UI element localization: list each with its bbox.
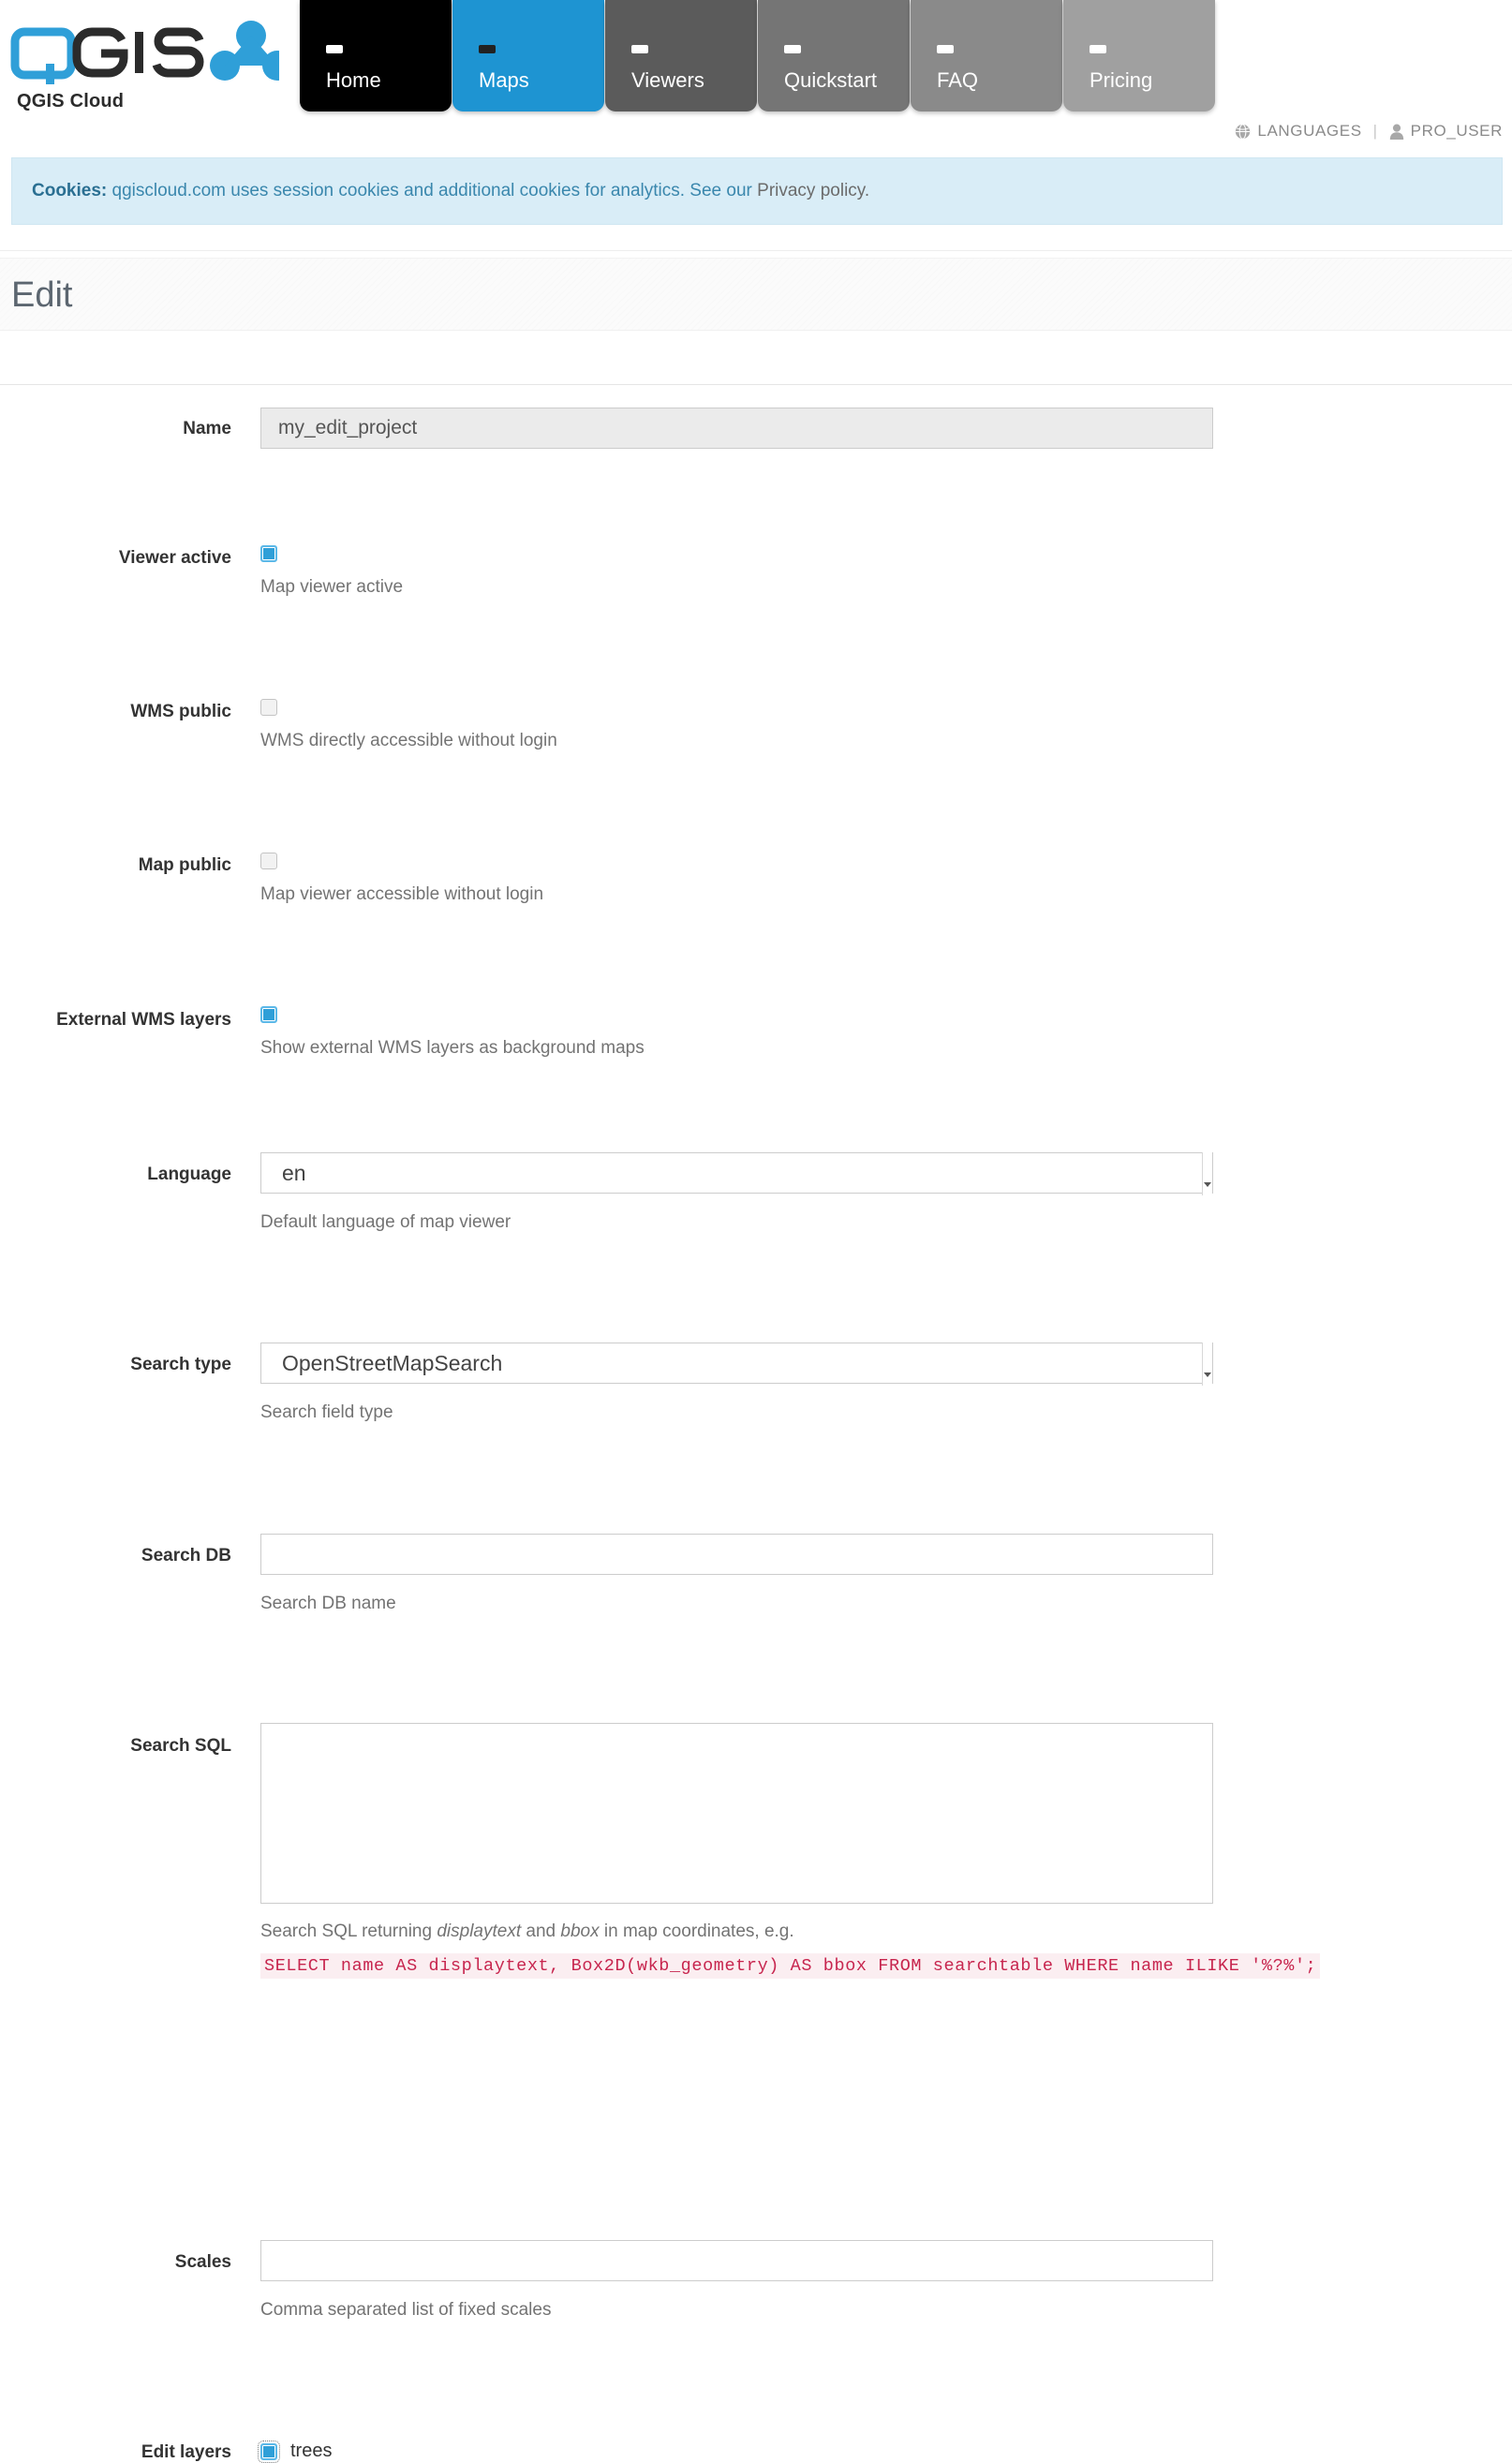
form-row-search-type: Search type OpenStreetMapSearch Search f… [0,854,1512,1422]
nav-tab-home-label: Home [326,68,381,92]
search-sql-hint-mid: and [521,1921,561,1941]
languages-label: LANGUAGES [1257,122,1362,140]
cookie-banner: Cookies: qgiscloud.com uses session cook… [11,157,1503,225]
search-sql-hint-em1: displaytext [437,1921,522,1941]
nav-tab-home[interactable]: Home [300,0,452,111]
nav-tab-faq[interactable]: FAQ [911,0,1062,111]
form-row-scales: Scales Comma separated list of fixed sca… [0,1298,1512,2320]
user-menu[interactable]: PRO_USER [1389,122,1503,141]
globe-icon [1235,123,1251,140]
cookie-banner-text: Cookies: qgiscloud.com uses session cook… [12,181,869,201]
search-sql-hint-prefix: Search SQL returning [260,1921,437,1941]
nav-tab-pricing-label: Pricing [1090,68,1153,92]
nav-tab-faq-label: FAQ [937,68,979,92]
form-row-search-sql: Search SQL Search SQL returning displayt… [0,1046,1512,1979]
edit-layers-label: Edit layers [141,2442,231,2462]
form-row-external-wms-layers: External WMS layers Show external WMS la… [0,682,1512,1058]
person-icon [1389,124,1404,140]
name-input[interactable] [260,408,1213,449]
search-db-hint: Search DB name [260,1594,396,1613]
nav-tab-maps[interactable]: Maps [452,0,604,111]
nav-tab-pricing[interactable]: Pricing [1063,0,1215,111]
tab-dash-icon [326,45,343,53]
search-sql-hint: Search SQL returning displaytext and bbo… [260,1921,1320,1942]
form-row-name: Name [0,384,1512,452]
edit-layer-item-trees: trees [258,2440,333,2463]
cookie-banner-strong: Cookies: [32,181,108,200]
user-bar: LANGUAGES | PRO_USER [1235,122,1503,141]
nav-tab-maps-label: Maps [479,68,529,92]
scales-hint: Comma separated list of fixed scales [260,2300,552,2320]
scales-input[interactable] [260,2240,1213,2281]
search-sql-textarea[interactable] [260,1723,1213,1904]
scales-label: Scales [174,2252,231,2272]
userbar-separator: | [1372,122,1378,140]
form-row-viewer-active: Viewer active Map viewer active [0,452,1512,597]
tab-dash-icon [1090,45,1106,53]
search-sql-hint-em2: bbox [560,1921,600,1941]
form-row-edit-layers: Edit layers trees [0,1394,1512,2463]
tab-dash-icon [784,45,801,53]
nav-tab-quickstart-label: Quickstart [784,68,878,92]
tab-dash-icon [937,45,954,53]
languages-menu[interactable]: LANGUAGES [1235,122,1361,141]
privacy-policy-link[interactable]: Privacy policy. [757,181,869,200]
search-sql-hint-suffix: in map coordinates, e.g. [599,1921,794,1941]
page-title: Edit [11,275,73,315]
search-sql-code-example: SELECT name AS displaytext, Box2D(wkb_ge… [260,1953,1321,1979]
form-row-search-db: Search DB Search DB name [0,950,1512,1613]
brand-subtitle: QGIS Cloud [17,91,125,111]
tab-dash-icon [631,45,648,53]
search-db-label: Search DB [141,1546,231,1565]
search-sql-label: Search SQL [130,1736,231,1756]
main-navigation: Home Maps Viewers Quickstart FAQ Pricing [300,0,1216,111]
form-row-wms-public: WMS public WMS directly accessible witho… [0,528,1512,750]
name-label: Name [183,419,231,438]
page-title-band: Edit [0,258,1512,331]
tab-dash-icon [479,45,496,53]
user-label: PRO_USER [1410,122,1503,140]
form-row-language: Language en Default language of map view… [0,759,1512,1232]
nav-tab-viewers-label: Viewers [631,68,704,92]
site-header: QGIS Cloud Home Maps Viewers Quickstart … [0,0,1512,117]
search-sql-code-wrap: SELECT name AS displaytext, Box2D(wkb_ge… [260,1953,1321,1979]
qgis-cloud-logo[interactable]: QGIS Cloud [7,11,289,111]
nav-tab-quickstart[interactable]: Quickstart [758,0,910,111]
edit-layer-trees-label: trees [290,2441,333,2461]
edit-project-form: Name Viewer active Map viewer active WMS… [0,384,1512,2463]
qgis-cloud-logo-icon [10,21,279,84]
edit-layer-trees-checkbox[interactable] [258,2440,280,2463]
nav-tab-viewers[interactable]: Viewers [605,0,757,111]
cookie-banner-body: qgiscloud.com uses session cookies and a… [107,181,758,200]
search-db-input[interactable] [260,1534,1213,1575]
divider-top [0,250,1512,251]
form-row-map-public: Map public Map viewer accessible without… [0,605,1512,904]
